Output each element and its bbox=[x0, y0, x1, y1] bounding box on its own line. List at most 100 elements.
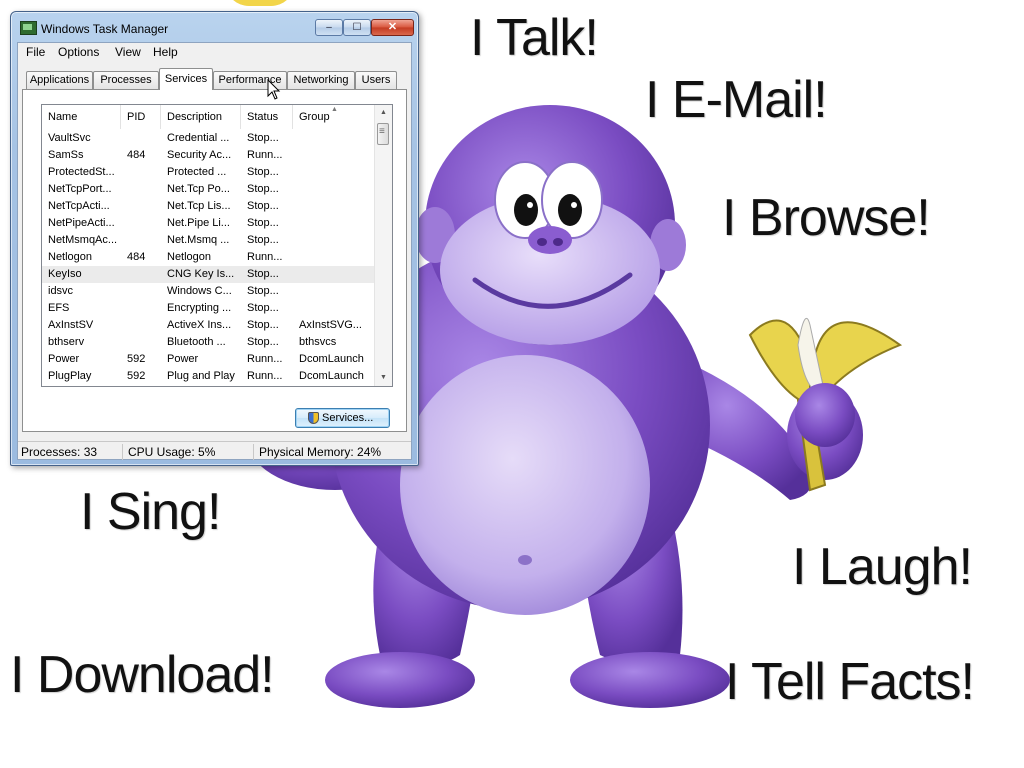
services-button[interactable]: Services... bbox=[295, 408, 390, 428]
balloon-decoration bbox=[225, 0, 295, 6]
cell-name: EFS bbox=[48, 302, 70, 314]
close-button[interactable]: ✕ bbox=[371, 19, 414, 36]
column-header-description[interactable]: Description bbox=[161, 105, 241, 129]
status-bar: Processes: 33 CPU Usage: 5% Physical Mem… bbox=[18, 441, 411, 462]
cell-status: Runn... bbox=[247, 149, 283, 161]
menu-options[interactable]: Options bbox=[58, 45, 99, 59]
column-header-status[interactable]: Status bbox=[241, 105, 293, 129]
services-list[interactable]: Name PID Description Status Group ▲ Vaul… bbox=[41, 104, 393, 387]
cell-status: Stop... bbox=[247, 268, 279, 280]
services-button-label: Services... bbox=[322, 412, 374, 424]
menu-bar: File Options View Help bbox=[18, 43, 411, 63]
scrollbar-thumb[interactable] bbox=[377, 123, 389, 145]
cell-status: Runn... bbox=[247, 353, 283, 365]
tab-strip: Applications Processes Services Performa… bbox=[22, 68, 407, 90]
list-header: Name PID Description Status Group ▲ bbox=[42, 105, 375, 129]
status-divider bbox=[122, 444, 123, 460]
caption-talk: I Talk! bbox=[470, 9, 599, 67]
table-row[interactable]: NetMsmqAc... Net.Msmq ... Stop... bbox=[42, 232, 375, 249]
minimize-button[interactable]: – bbox=[315, 19, 343, 36]
cell-status: Stop... bbox=[247, 200, 279, 212]
tab-applications[interactable]: Applications bbox=[26, 71, 93, 89]
status-cpu-usage: CPU Usage: 5% bbox=[128, 445, 216, 459]
maximize-button[interactable]: ☐ bbox=[343, 19, 371, 36]
table-row[interactable]: EFS Encrypting ... Stop... bbox=[42, 300, 375, 317]
cell-description: CNG Key Is... bbox=[167, 268, 235, 280]
menu-file[interactable]: File bbox=[26, 45, 45, 59]
table-row[interactable]: NetPipeActi... Net.Pipe Li... Stop... bbox=[42, 215, 375, 232]
tab-users[interactable]: Users bbox=[355, 71, 397, 89]
cell-group: AxInstSVG... bbox=[299, 319, 362, 331]
cell-status: Stop... bbox=[247, 302, 279, 314]
title-bar[interactable]: Windows Task Manager – ☐ ✕ bbox=[11, 12, 418, 40]
cell-pid: 592 bbox=[127, 370, 146, 382]
scroll-up-icon[interactable]: ▲ bbox=[375, 105, 392, 121]
cell-name: NetTcpActi... bbox=[48, 200, 110, 212]
cell-name: ProtectedSt... bbox=[48, 166, 115, 178]
services-panel: Name PID Description Status Group ▲ Vaul… bbox=[22, 89, 407, 432]
cell-status: Runn... bbox=[247, 370, 283, 382]
table-row[interactable]: bthserv Bluetooth ... Stop... bthsvcs bbox=[42, 334, 375, 351]
cell-group: DcomLaunch bbox=[299, 353, 364, 365]
cell-group: DcomLaunch bbox=[299, 370, 364, 382]
cell-pid: 484 bbox=[127, 251, 146, 263]
cell-status: Stop... bbox=[247, 217, 279, 229]
tab-networking[interactable]: Networking bbox=[287, 71, 355, 89]
status-divider bbox=[253, 444, 254, 460]
table-row[interactable]: idsvc Windows C... Stop... bbox=[42, 283, 375, 300]
table-row[interactable]: Power 592 Power Runn... DcomLaunch bbox=[42, 351, 375, 368]
table-row[interactable]: NetTcpPort... Net.Tcp Po... Stop... bbox=[42, 181, 375, 198]
cell-description: Bluetooth ... bbox=[167, 336, 226, 348]
menu-view[interactable]: View bbox=[115, 45, 141, 59]
cell-name: bthserv bbox=[48, 336, 85, 348]
task-manager-icon bbox=[20, 21, 37, 35]
task-manager-window: Windows Task Manager – ☐ ✕ File Options … bbox=[10, 11, 419, 466]
window-title: Windows Task Manager bbox=[41, 22, 169, 36]
cell-name: NetMsmqAc... bbox=[48, 234, 118, 246]
vertical-scrollbar[interactable]: ▲ ▼ bbox=[374, 105, 392, 386]
table-row[interactable]: AxInstSV ActiveX Ins... Stop... AxInstSVG..… bbox=[42, 317, 375, 334]
cell-name: idsvc bbox=[48, 285, 74, 297]
table-row[interactable]: SamSs 484 Security Ac... Runn... bbox=[42, 147, 375, 164]
cell-status: Stop... bbox=[247, 319, 279, 331]
cell-description: ActiveX Ins... bbox=[167, 319, 232, 331]
column-header-pid[interactable]: PID bbox=[121, 105, 161, 129]
cell-description: Credential ... bbox=[167, 132, 230, 144]
cell-description: Net.Msmq ... bbox=[167, 234, 230, 246]
table-row[interactable]: PlugPlay 592 Plug and Play Runn... DcomLaunc… bbox=[42, 368, 375, 385]
cell-status: Runn... bbox=[247, 251, 283, 263]
service-rows: VaultSvc Credential ... Stop... SamSs 484 Sec… bbox=[42, 130, 375, 385]
tab-services[interactable]: Services bbox=[159, 68, 213, 90]
cell-name: AxInstSV bbox=[48, 319, 94, 331]
tab-processes[interactable]: Processes bbox=[93, 71, 159, 89]
cell-status: Stop... bbox=[247, 183, 279, 195]
table-row[interactable]: VaultSvc Credential ... Stop... bbox=[42, 130, 375, 147]
cell-pid: 592 bbox=[127, 353, 146, 365]
cell-status: Stop... bbox=[247, 336, 279, 348]
cell-status: Stop... bbox=[247, 132, 279, 144]
table-row[interactable]: NetTcpActi... Net.Tcp Lis... Stop... bbox=[42, 198, 375, 215]
cell-name: Power bbox=[48, 353, 80, 365]
cell-description: Security Ac... bbox=[167, 149, 232, 161]
table-row[interactable]: KeyIso CNG Key Is... Stop... bbox=[42, 266, 375, 283]
table-row[interactable]: ProtectedSt... Protected ... Stop... bbox=[42, 164, 375, 181]
scroll-down-icon[interactable]: ▼ bbox=[375, 370, 392, 386]
cell-description: Net.Tcp Lis... bbox=[167, 200, 231, 212]
menu-help[interactable]: Help bbox=[153, 45, 178, 59]
cell-description: Encrypting ... bbox=[167, 302, 232, 314]
mouse-cursor-icon bbox=[267, 79, 281, 100]
column-header-name[interactable]: Name bbox=[42, 105, 121, 129]
uac-shield-icon bbox=[308, 412, 319, 424]
cell-name: VaultSvc bbox=[48, 132, 91, 144]
status-physical-memory: Physical Memory: 24% bbox=[259, 445, 382, 459]
table-row[interactable]: Netlogon 484 Netlogon Runn... bbox=[42, 249, 375, 266]
status-processes: Processes: 33 bbox=[21, 445, 98, 459]
cell-name: NetTcpPort... bbox=[48, 183, 112, 195]
cell-name: NetPipeActi... bbox=[48, 217, 115, 229]
cell-name: SamSs bbox=[48, 149, 84, 161]
cell-name: PlugPlay bbox=[48, 370, 92, 382]
cell-pid: 484 bbox=[127, 149, 146, 161]
cell-group: bthsvcs bbox=[299, 336, 337, 348]
cell-description: Netlogon bbox=[167, 251, 212, 263]
cell-description: Plug and Play bbox=[167, 370, 235, 382]
